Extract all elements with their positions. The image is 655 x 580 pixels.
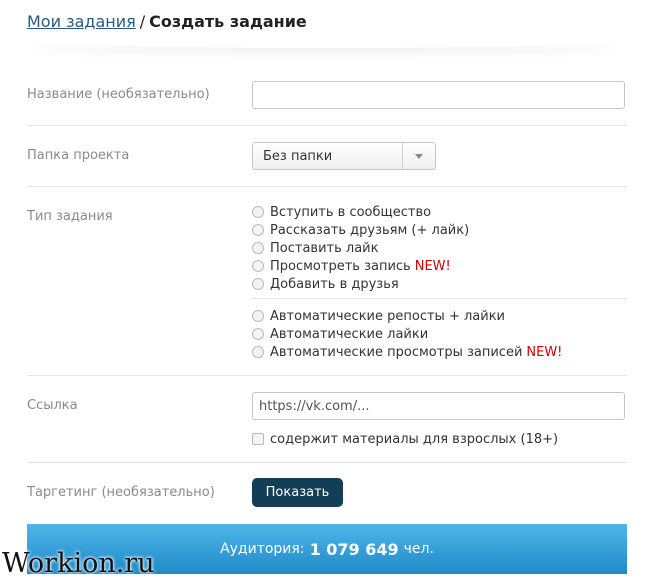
audience-prefix: Аудитория: [220, 541, 305, 557]
radio-circle[interactable] [252, 242, 264, 254]
header-shadow [27, 30, 627, 48]
radio-label: Автоматические репосты + лайки [270, 308, 506, 324]
divider [252, 298, 627, 299]
link-label: Ссылка [27, 398, 78, 413]
folder-label: Папка проекта [27, 148, 130, 163]
radio-like[interactable]: Поставить лайк [252, 239, 378, 257]
watermark: Workion.ru [2, 548, 155, 579]
breadcrumb-separator: / [139, 12, 146, 31]
audience-unit: чел. [403, 541, 434, 557]
divider [27, 125, 627, 126]
select-divider [402, 143, 403, 169]
folder-select[interactable]: Без папки [252, 142, 436, 170]
radio-join-community[interactable]: Вступить в сообщество [252, 203, 431, 221]
page-title: Создать задание [149, 12, 307, 31]
new-badge: NEW! [526, 344, 563, 360]
divider [27, 186, 627, 187]
divider [27, 375, 627, 376]
targeting-label: Таргетинг (необязательно) [27, 485, 215, 500]
new-badge: NEW! [414, 258, 451, 274]
radio-label: Вступить в сообщество [270, 204, 432, 220]
radio-tell-friends[interactable]: Рассказать друзьям (+ лайк) [252, 221, 469, 239]
checkbox-label: содержит материалы для взрослых (18+) [270, 431, 559, 447]
radio-label: Рассказать друзьям (+ лайк) [270, 222, 470, 238]
radio-auto-likes[interactable]: Автоматические лайки [252, 325, 428, 343]
breadcrumb: Мои задания / Создать задание [27, 12, 307, 31]
task-type-label: Тип задания [27, 209, 113, 224]
radio-auto-reposts[interactable]: Автоматические репосты + лайки [252, 307, 505, 325]
radio-circle[interactable] [252, 346, 264, 358]
breadcrumb-my-tasks-link[interactable]: Мои задания [27, 12, 136, 31]
radio-circle[interactable] [252, 260, 264, 272]
radio-circle[interactable] [252, 310, 264, 322]
radio-label: Добавить в друзья [270, 276, 399, 292]
name-input[interactable] [252, 81, 625, 109]
adult-content-checkbox[interactable] [252, 433, 264, 445]
chevron-down-icon[interactable] [415, 154, 423, 159]
radio-circle[interactable] [252, 206, 264, 218]
radio-circle[interactable] [252, 224, 264, 236]
radio-label: Автоматические просмотры записей [270, 344, 523, 360]
radio-label: Автоматические лайки [270, 326, 429, 342]
radio-label: Поставить лайк [270, 240, 379, 256]
folder-select-value: Без папки [263, 149, 333, 164]
radio-add-friends[interactable]: Добавить в друзья [252, 275, 399, 293]
show-targeting-button[interactable]: Показать [252, 478, 343, 507]
adult-content-checkbox-row[interactable]: содержит материалы для взрослых (18+) [252, 430, 558, 448]
name-label: Название (необязательно) [27, 87, 210, 102]
radio-circle[interactable] [252, 328, 264, 340]
radio-view-post[interactable]: Просмотреть запись NEW! [252, 257, 451, 275]
radio-auto-views[interactable]: Автоматические просмотры записей NEW! [252, 343, 562, 361]
radio-label: Просмотреть запись [270, 258, 411, 274]
radio-circle[interactable] [252, 278, 264, 290]
audience-count: 1 079 649 [309, 539, 399, 559]
link-input[interactable] [252, 392, 625, 420]
divider [27, 462, 627, 463]
